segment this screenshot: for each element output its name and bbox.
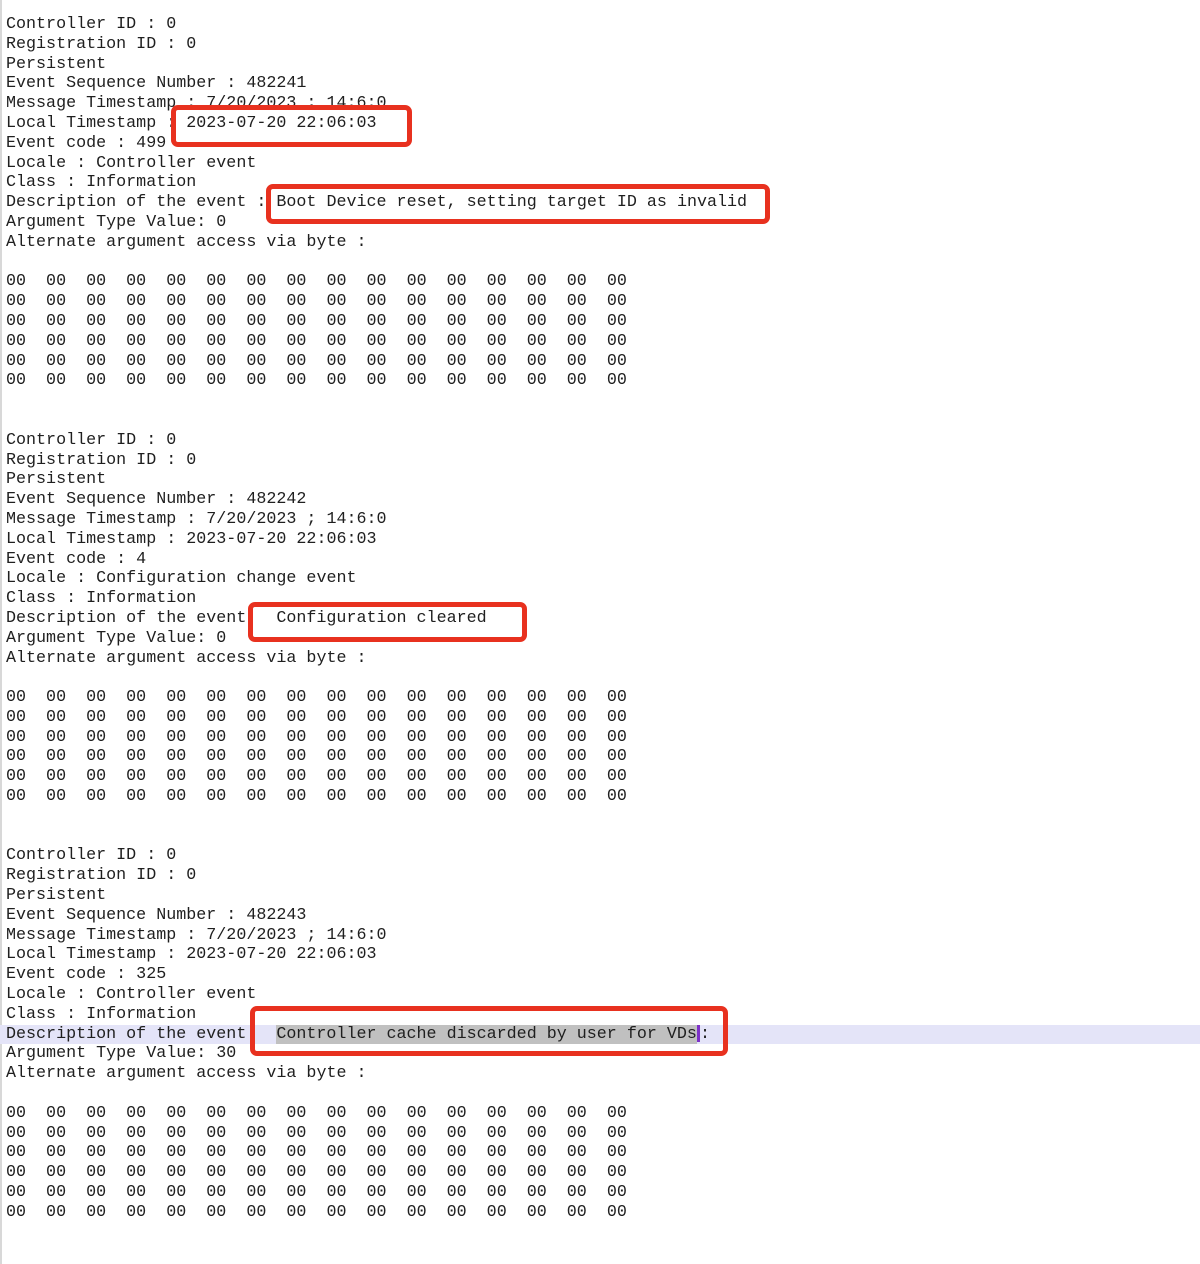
blank-line	[0, 668, 1200, 688]
blank-line	[0, 807, 1200, 827]
description-value: Controller cache discarded by user for V…	[276, 1025, 697, 1044]
description-prefix: Description of the event :	[6, 193, 276, 212]
description-value: Boot Device reset, setting target ID as …	[276, 193, 747, 212]
log-line: Alternate argument access via byte :	[0, 649, 1200, 669]
blank-line	[0, 1223, 1200, 1243]
hex-dump-row: 00 00 00 00 00 00 00 00 00 00 00 00 00 0…	[0, 272, 1200, 292]
description-gap	[246, 1037, 276, 1038]
event-block: Controller ID : 0Registration ID : 0Pers…	[0, 431, 1200, 847]
blank-line	[0, 253, 1200, 273]
log-line: Local Timestamp : 2023-07-20 22:06:03	[0, 945, 1200, 965]
log-line: Persistent	[0, 886, 1200, 906]
hex-dump-row: 00 00 00 00 00 00 00 00 00 00 00 00 00 0…	[0, 787, 1200, 807]
log-line: Message Timestamp : 7/20/2023 ; 14:6:0	[0, 926, 1200, 946]
description-gap	[246, 621, 276, 622]
description-line: Description of the event : Boot Device r…	[0, 193, 1200, 213]
hex-dump-row: 00 00 00 00 00 00 00 00 00 00 00 00 00 0…	[0, 767, 1200, 787]
log-line: Event code : 499	[0, 134, 1200, 154]
description-suffix: :	[700, 1025, 710, 1044]
hex-dump-row: 00 00 00 00 00 00 00 00 00 00 00 00 00 0…	[0, 728, 1200, 748]
event-block: Controller ID : 0Registration ID : 0Pers…	[0, 846, 1200, 1262]
log-line: Event code : 4	[0, 550, 1200, 570]
hex-dump-row: 00 00 00 00 00 00 00 00 00 00 00 00 00 0…	[0, 708, 1200, 728]
blank-line	[0, 411, 1200, 431]
description-line: Description of the event Configuration cl…	[0, 609, 1200, 629]
hex-dump-row: 00 00 00 00 00 00 00 00 00 00 00 00 00 0…	[0, 1104, 1200, 1124]
log-line: Registration ID : 0	[0, 451, 1200, 471]
hex-dump-row: 00 00 00 00 00 00 00 00 00 00 00 00 00 0…	[0, 1124, 1200, 1144]
description-value: Configuration cleared	[276, 609, 486, 628]
hex-dump-row: 00 00 00 00 00 00 00 00 00 00 00 00 00 0…	[0, 332, 1200, 352]
blank-line	[0, 391, 1200, 411]
log-line: Registration ID : 0	[0, 35, 1200, 55]
hex-dump-row: 00 00 00 00 00 00 00 00 00 00 00 00 00 0…	[0, 352, 1200, 372]
hex-dump-row: 00 00 00 00 00 00 00 00 00 00 00 00 00 0…	[0, 747, 1200, 767]
blank-line	[0, 1084, 1200, 1104]
hex-dump-row: 00 00 00 00 00 00 00 00 00 00 00 00 00 0…	[0, 1163, 1200, 1183]
log-text-viewer[interactable]: Controller ID : 0Registration ID : 0Pers…	[0, 15, 1200, 1262]
log-line: Locale : Controller event	[0, 985, 1200, 1005]
hex-dump-row: 00 00 00 00 00 00 00 00 00 00 00 00 00 0…	[0, 1143, 1200, 1163]
log-line: Persistent	[0, 470, 1200, 490]
log-line: Event Sequence Number : 482243	[0, 906, 1200, 926]
blank-line	[0, 827, 1200, 847]
log-line: Event code : 325	[0, 965, 1200, 985]
description-line: Description of the event Controller cache…	[0, 1025, 1200, 1045]
log-line: Alternate argument access via byte :	[0, 233, 1200, 253]
hex-dump-row: 00 00 00 00 00 00 00 00 00 00 00 00 00 0…	[0, 371, 1200, 391]
description-prefix: Description of the event	[6, 1025, 246, 1044]
log-line: Controller ID : 0	[0, 846, 1200, 866]
description-prefix: Description of the event	[6, 609, 246, 628]
log-line: Class : Information	[0, 589, 1200, 609]
log-line: Locale : Configuration change event	[0, 569, 1200, 589]
log-line: Argument Type Value: 0	[0, 629, 1200, 649]
log-line: Message Timestamp : 7/20/2023 ; 14:6:0	[0, 510, 1200, 530]
event-block: Controller ID : 0Registration ID : 0Pers…	[0, 15, 1200, 431]
hex-dump-row: 00 00 00 00 00 00 00 00 00 00 00 00 00 0…	[0, 1203, 1200, 1223]
log-line: Local Timestamp : 2023-07-20 22:06:03	[0, 530, 1200, 550]
log-line: Argument Type Value: 0	[0, 213, 1200, 233]
hex-dump-row: 00 00 00 00 00 00 00 00 00 00 00 00 00 0…	[0, 688, 1200, 708]
log-line: Class : Information	[0, 1005, 1200, 1025]
log-line: Alternate argument access via byte :	[0, 1064, 1200, 1084]
hex-dump-row: 00 00 00 00 00 00 00 00 00 00 00 00 00 0…	[0, 312, 1200, 332]
log-line: Persistent	[0, 55, 1200, 75]
log-line: Local Timestamp : 2023-07-20 22:06:03	[0, 114, 1200, 134]
hex-dump-row: 00 00 00 00 00 00 00 00 00 00 00 00 00 0…	[0, 1183, 1200, 1203]
log-line: Controller ID : 0	[0, 15, 1200, 35]
log-line: Event Sequence Number : 482242	[0, 490, 1200, 510]
hex-dump-row: 00 00 00 00 00 00 00 00 00 00 00 00 00 0…	[0, 292, 1200, 312]
log-page: Controller ID : 0Registration ID : 0Pers…	[0, 0, 1200, 1264]
log-line: Controller ID : 0	[0, 431, 1200, 451]
log-line: Class : Information	[0, 173, 1200, 193]
log-line: Registration ID : 0	[0, 866, 1200, 886]
log-line: Event Sequence Number : 482241	[0, 74, 1200, 94]
log-line: Message Timestamp : 7/20/2023 ; 14:6:0	[0, 94, 1200, 114]
blank-line	[0, 1242, 1200, 1262]
log-line: Locale : Controller event	[0, 154, 1200, 174]
log-line: Argument Type Value: 30	[0, 1044, 1200, 1064]
